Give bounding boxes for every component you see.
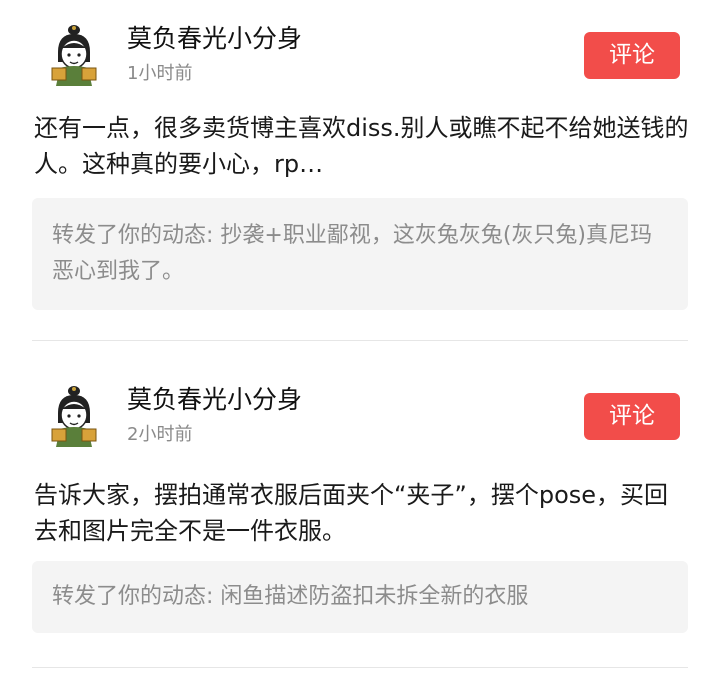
post-content[interactable]: 告诉大家，摆拍通常衣服后面夹个“夹子”，摆个pose，买回去和图片完全不是一件衣… bbox=[34, 477, 690, 549]
post-time: 2小时前 bbox=[127, 424, 193, 445]
comment-button[interactable]: 评论 bbox=[584, 393, 680, 440]
post-content[interactable]: 还有一点，很多卖货博主喜欢diss.别人或瞧不起不给她送钱的人。这种真的要小心，… bbox=[34, 110, 690, 182]
comment-button[interactable]: 评论 bbox=[584, 32, 680, 79]
avatar[interactable] bbox=[44, 22, 108, 86]
feed-item: 莫负春光小分身 2小时前 评论 告诉大家，摆拍通常衣服后面夹个“夹子”，摆个po… bbox=[0, 341, 720, 667]
username[interactable]: 莫负春光小分身 bbox=[127, 22, 302, 56]
cartoon-girl-avatar-icon bbox=[44, 22, 108, 86]
cartoon-girl-avatar-icon bbox=[44, 383, 108, 447]
quoted-post[interactable]: 转发了你的动态: 闲鱼描述防盗扣未拆全新的衣服 bbox=[32, 561, 688, 633]
post-time: 1小时前 bbox=[127, 63, 193, 84]
avatar[interactable] bbox=[44, 383, 108, 447]
feed-item: 莫负春光小分身 1小时前 评论 还有一点，很多卖货博主喜欢diss.别人或瞧不起… bbox=[0, 0, 720, 340]
quoted-post[interactable]: 转发了你的动态: 抄袭+职业鄙视，这灰兔灰兔(灰只兔)真尼玛恶心到我了。 bbox=[32, 198, 688, 310]
divider bbox=[32, 667, 688, 668]
username[interactable]: 莫负春光小分身 bbox=[127, 383, 302, 417]
